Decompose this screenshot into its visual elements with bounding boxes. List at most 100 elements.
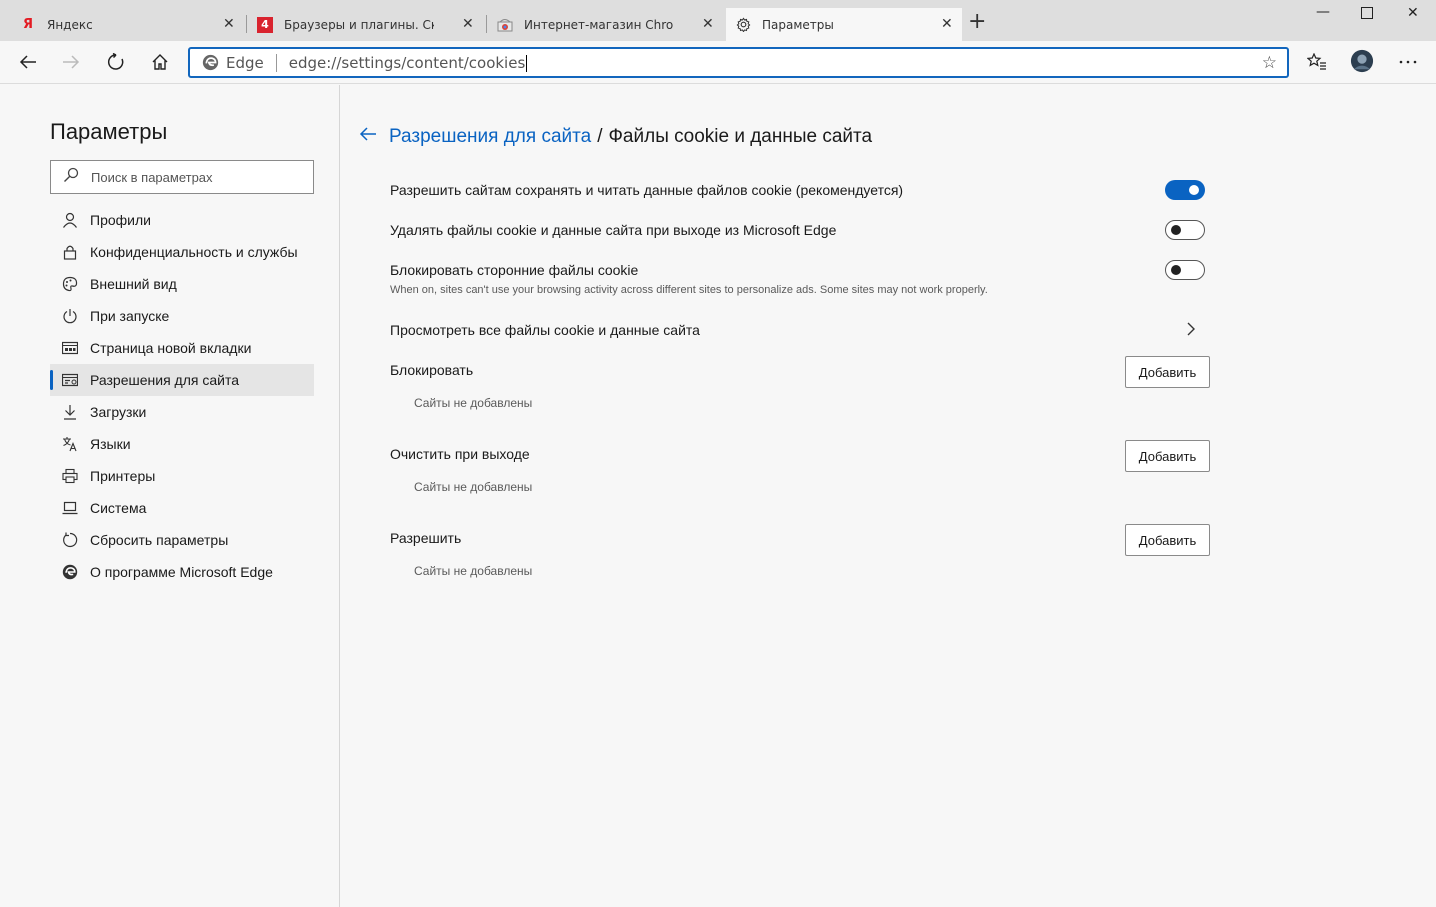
edge-logo-icon: [61, 564, 79, 580]
sidebar-item-label: Разрешения для сайта: [90, 372, 239, 388]
sidebar-item-printers[interactable]: Принтеры: [50, 460, 314, 492]
breadcrumb-separator: /: [597, 125, 603, 147]
close-tab-icon[interactable]: ✕: [941, 16, 953, 32]
toolbar: Edge edge://settings/content/cookies ☆: [0, 41, 1436, 84]
maximize-icon[interactable]: [1361, 7, 1373, 23]
toggle-knob: [1171, 265, 1181, 275]
download-icon: [61, 404, 79, 420]
refresh-icon[interactable]: [104, 50, 128, 74]
laptop-icon: [61, 501, 79, 515]
close-tab-icon[interactable]: ✕: [702, 16, 714, 32]
avatar[interactable]: [1350, 49, 1374, 73]
address-bar[interactable]: Edge edge://settings/content/cookies ☆: [188, 47, 1289, 78]
sidebar-item-label: О программе Microsoft Edge: [90, 564, 273, 580]
lock-icon: [61, 244, 79, 260]
breadcrumb: Разрешения для сайта / Файлы cookie и да…: [359, 125, 872, 148]
more-menu-icon[interactable]: [1396, 50, 1420, 74]
edge-logo-icon: [202, 54, 219, 71]
allow-cookies-toggle[interactable]: [1165, 180, 1205, 200]
sidebar-title: Параметры: [50, 119, 168, 144]
block-section: Блокировать: [390, 362, 1210, 378]
breadcrumb-link[interactable]: Разрешения для сайта: [389, 126, 591, 148]
search-input[interactable]: [91, 169, 291, 185]
settings-content: Разрешения для сайта / Файлы cookie и да…: [341, 85, 1436, 907]
tab-title: Браузеры и плагины. Скачать б: [284, 17, 434, 32]
close-tab-icon[interactable]: ✕: [223, 16, 235, 32]
sidebar-item-startup[interactable]: При запуске: [50, 300, 314, 332]
text-caret: [526, 54, 528, 72]
block-third-party-toggle[interactable]: [1165, 260, 1205, 280]
sidebar-item-reset[interactable]: Сбросить параметры: [50, 524, 314, 556]
allow-section: Разрешить: [390, 530, 1210, 546]
reset-icon: [61, 532, 79, 548]
search-icon: [63, 167, 81, 187]
back-arrow-icon[interactable]: [359, 125, 377, 148]
minimize-icon[interactable]: —: [1316, 4, 1330, 20]
tab-title: Яндекс: [47, 17, 93, 32]
edge-badge: Edge: [202, 54, 264, 72]
sidebar-item-appearance[interactable]: Внешний вид: [50, 268, 314, 300]
empty-list-text: Сайты не добавлены: [414, 564, 533, 578]
setting-clear-on-exit: Удалять файлы cookie и данные сайта при …: [390, 222, 1210, 238]
home-icon[interactable]: [148, 50, 172, 74]
back-icon[interactable]: [16, 50, 40, 74]
sidebar-item-privacy[interactable]: Конфиденциальность и службы: [50, 236, 314, 268]
favorites-icon[interactable]: [1305, 50, 1329, 74]
toggle-knob: [1171, 225, 1181, 235]
add-clear-on-exit-button[interactable]: Добавить: [1125, 440, 1210, 472]
person-icon: [61, 212, 79, 228]
section-label: Очистить при выходе: [390, 446, 530, 462]
sidebar-item-languages[interactable]: Языки: [50, 428, 314, 460]
tab-settings[interactable]: Параметры ✕: [726, 8, 962, 41]
sidebar-item-label: Загрузки: [90, 404, 147, 420]
sidebar-item-label: Конфиденциальность и службы: [90, 244, 298, 260]
chevron-right-icon[interactable]: [1186, 321, 1196, 341]
url-text[interactable]: edge://settings/content/cookies: [289, 54, 528, 72]
tab-yandex[interactable]: Я Яндекс ✕: [0, 8, 245, 41]
site-icon: 4: [257, 16, 273, 33]
favorite-star-icon[interactable]: ☆: [1262, 53, 1277, 73]
sidebar-item-about[interactable]: О программе Microsoft Edge: [50, 556, 314, 588]
site-permissions-icon: [61, 373, 79, 387]
clear-on-exit-toggle[interactable]: [1165, 220, 1205, 240]
empty-list-text: Сайты не добавлены: [414, 480, 533, 494]
setting-label: Разрешить сайтам сохранять и читать данн…: [390, 182, 904, 198]
tab-title: Интернет-магазин Chrome - Ра: [524, 17, 674, 32]
close-tab-icon[interactable]: ✕: [462, 16, 474, 32]
tab-browsers[interactable]: 4 Браузеры и плагины. Скачать б ✕: [247, 8, 485, 41]
new-tab-plus-icon[interactable]: +: [968, 11, 986, 33]
add-allow-button[interactable]: Добавить: [1125, 524, 1210, 556]
sidebar-item-label: Страница новой вкладки: [90, 340, 252, 356]
view-all-label: Просмотреть все файлы cookie и данные са…: [390, 322, 700, 338]
palette-icon: [61, 276, 79, 292]
add-block-button[interactable]: Добавить: [1125, 356, 1210, 388]
setting-block-third-party: Блокировать сторонние файлы cookie When …: [390, 262, 1210, 296]
section-label: Разрешить: [390, 530, 462, 546]
tab-chrome-store[interactable]: Интернет-магазин Chrome - Ра ✕: [487, 8, 725, 41]
address-divider: [275, 53, 277, 72]
section-label: Блокировать: [390, 362, 474, 378]
gear-icon: [735, 17, 751, 33]
page-title: Файлы cookie и данные сайта: [608, 125, 873, 147]
printer-icon: [61, 468, 79, 484]
power-icon: [61, 308, 79, 324]
tab-strip: Я Яндекс ✕ 4 Браузеры и плагины. Скачать…: [0, 0, 1436, 41]
close-window-icon[interactable]: ✕: [1407, 5, 1419, 21]
sidebar-item-label: Принтеры: [90, 468, 156, 484]
yandex-icon: Я: [22, 17, 33, 32]
chrome-store-icon: [497, 17, 513, 33]
sidebar-item-system[interactable]: Система: [50, 492, 314, 524]
sidebar-item-downloads[interactable]: Загрузки: [50, 396, 314, 428]
sidebar-item-site-permissions[interactable]: Разрешения для сайта: [50, 364, 314, 396]
settings-sidebar: Параметры Профили Конфиденциальность и с…: [0, 85, 340, 907]
language-icon: [61, 436, 79, 452]
view-all-cookies-row[interactable]: Просмотреть все файлы cookie и данные са…: [390, 322, 1210, 342]
forward-icon[interactable]: [59, 50, 83, 74]
sidebar-item-new-tab[interactable]: Страница новой вкладки: [50, 332, 314, 364]
sidebar-item-label: Языки: [90, 436, 131, 452]
setting-allow-cookies: Разрешить сайтам сохранять и читать данн…: [390, 182, 1210, 198]
settings-search[interactable]: [50, 160, 314, 194]
sidebar-item-profiles[interactable]: Профили: [50, 204, 314, 236]
clear-on-exit-section: Очистить при выходе: [390, 446, 1210, 462]
edge-label: Edge: [226, 53, 264, 72]
